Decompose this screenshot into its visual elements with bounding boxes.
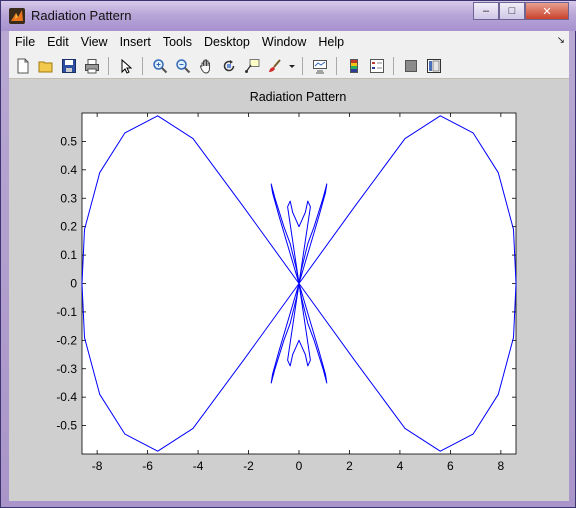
show-plot-tools-icon[interactable] bbox=[424, 56, 444, 76]
caption-buttons: ‒ □ ✕ bbox=[473, 2, 569, 22]
figure-canvas: Radiation Pattern -8 -6 -4 -2 0 2 4 6 8 -0.5 -0.4 -… bbox=[9, 80, 569, 501]
zoom-out-icon[interactable] bbox=[173, 56, 193, 76]
link-plot-icon[interactable] bbox=[310, 56, 330, 76]
rotate-3d-icon[interactable] bbox=[219, 56, 239, 76]
x-tick-label: -2 bbox=[243, 459, 254, 473]
close-button[interactable]: ✕ bbox=[525, 2, 569, 20]
y-tick-label: -0.1 bbox=[56, 305, 77, 319]
pan-hand-icon[interactable] bbox=[196, 56, 216, 76]
title-bar[interactable]: Radiation Pattern ‒ □ ✕ bbox=[1, 1, 576, 31]
toolbar-separator bbox=[302, 56, 303, 75]
edit-plot-arrow-icon[interactable] bbox=[116, 56, 136, 76]
x-tick-label: 6 bbox=[447, 459, 454, 473]
x-tick-label: -4 bbox=[193, 459, 204, 473]
y-tick-label: 0.5 bbox=[60, 134, 77, 148]
toolbar-separator bbox=[142, 56, 143, 75]
figure-toolbar bbox=[9, 53, 569, 79]
x-tick-label: 8 bbox=[498, 459, 505, 473]
maximize-icon: □ bbox=[508, 5, 516, 17]
figure-client-area: File Edit View Insert Tools Desktop Wind… bbox=[9, 31, 569, 501]
figure-window: Radiation Pattern ‒ □ ✕ File Edit View I… bbox=[0, 0, 576, 508]
toolbar-separator bbox=[108, 56, 109, 75]
radiation-pattern-plot[interactable]: Radiation Pattern -8 -6 -4 -2 0 2 4 6 8 -0.5 -0.4 -… bbox=[9, 80, 569, 501]
menu-desktop[interactable]: Desktop bbox=[198, 31, 256, 53]
x-tick-label: 4 bbox=[397, 459, 404, 473]
y-tick-label: -0.4 bbox=[56, 390, 77, 404]
y-tick-label: -0.5 bbox=[56, 419, 77, 433]
toolbar-separator bbox=[393, 56, 394, 75]
data-cursor-icon[interactable] bbox=[242, 56, 262, 76]
matlab-logo-icon bbox=[9, 8, 25, 24]
print-icon[interactable] bbox=[82, 56, 102, 76]
x-tick-label: -8 bbox=[92, 459, 103, 473]
minimize-button[interactable]: ‒ bbox=[473, 2, 499, 20]
menu-view[interactable]: View bbox=[75, 31, 114, 53]
menu-edit[interactable]: Edit bbox=[41, 31, 75, 53]
maximize-button[interactable]: □ bbox=[499, 2, 525, 20]
open-file-icon[interactable] bbox=[36, 56, 56, 76]
zoom-in-icon[interactable] bbox=[150, 56, 170, 76]
save-icon[interactable] bbox=[59, 56, 79, 76]
menu-help[interactable]: Help bbox=[312, 31, 350, 53]
brush-icon[interactable] bbox=[265, 56, 285, 76]
menu-window[interactable]: Window bbox=[256, 31, 312, 53]
y-tick-label: 0.4 bbox=[60, 163, 77, 177]
menu-tools[interactable]: Tools bbox=[157, 31, 198, 53]
y-tick-label: -0.2 bbox=[56, 333, 77, 347]
plot-title: Radiation Pattern bbox=[250, 90, 347, 104]
new-figure-icon[interactable] bbox=[13, 56, 33, 76]
y-tick-label: -0.3 bbox=[56, 362, 77, 376]
y-tick-label: 0 bbox=[70, 277, 77, 291]
y-tick-label: 0.3 bbox=[60, 191, 77, 205]
insert-colorbar-icon[interactable] bbox=[344, 56, 364, 76]
insert-legend-icon[interactable] bbox=[367, 56, 387, 76]
hide-plot-tools-icon[interactable] bbox=[401, 56, 421, 76]
menu-insert[interactable]: Insert bbox=[114, 31, 157, 53]
y-tick-label: 0.2 bbox=[60, 220, 77, 234]
x-tick-label: -6 bbox=[142, 459, 153, 473]
menu-bar: File Edit View Insert Tools Desktop Wind… bbox=[9, 31, 569, 53]
y-tick-label: 0.1 bbox=[60, 248, 77, 262]
toolbar-separator bbox=[336, 56, 337, 75]
window-title: Radiation Pattern bbox=[31, 8, 132, 23]
close-icon: ✕ bbox=[542, 5, 552, 18]
x-tick-label: 0 bbox=[296, 459, 303, 473]
minimize-icon: ‒ bbox=[482, 5, 490, 17]
x-tick-label: 2 bbox=[346, 459, 353, 473]
brush-dropdown-icon[interactable] bbox=[288, 56, 296, 76]
dock-arrow-icon[interactable]: ↘ bbox=[557, 35, 565, 46]
menu-file[interactable]: File bbox=[9, 31, 41, 53]
